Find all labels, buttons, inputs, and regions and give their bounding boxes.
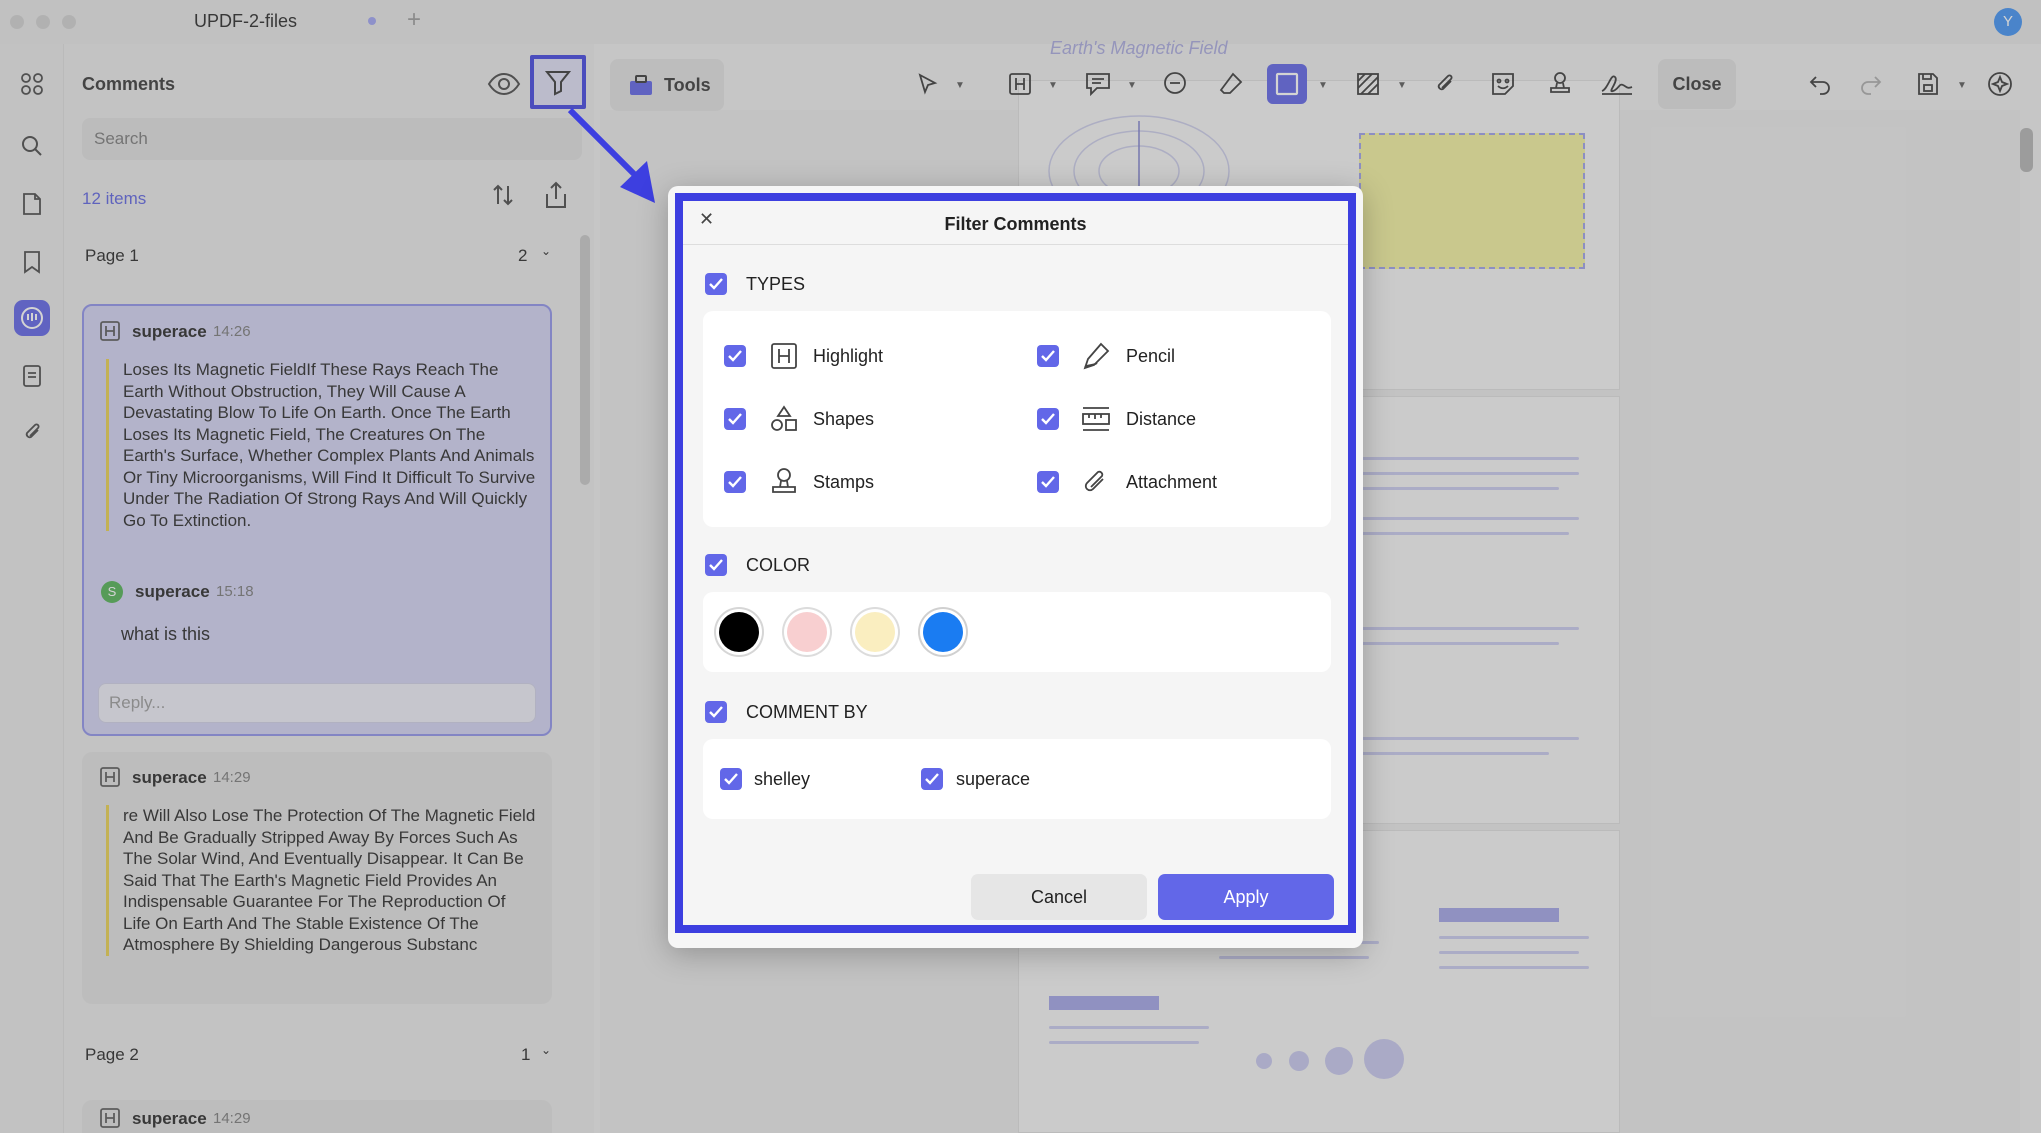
color-swatch-pink[interactable] bbox=[787, 612, 827, 652]
stamps-checkbox[interactable] bbox=[724, 471, 746, 493]
color-label: COLOR bbox=[746, 555, 811, 575]
close-icon[interactable]: ✕ bbox=[699, 209, 714, 230]
highlight-checkbox[interactable] bbox=[724, 345, 746, 367]
shapes-checkbox[interactable] bbox=[724, 408, 746, 430]
cancel-button[interactable]: Cancel bbox=[971, 874, 1147, 920]
user-superace-checkbox[interactable] bbox=[921, 768, 943, 790]
color-swatch-blue[interactable] bbox=[923, 612, 963, 652]
distance-checkbox[interactable] bbox=[1037, 408, 1059, 430]
color-box bbox=[703, 592, 1331, 672]
stamps-label: Stamps bbox=[813, 472, 875, 492]
distance-icon bbox=[1082, 407, 1110, 431]
apply-button[interactable]: Apply bbox=[1158, 874, 1334, 920]
attachment-checkbox[interactable] bbox=[1037, 471, 1059, 493]
shapes-label: Shapes bbox=[813, 409, 875, 429]
filter-comments-dialog: Filter Comments ✕ TYPES Highlight Pencil… bbox=[675, 193, 1356, 933]
comment-by-label: COMMENT BY bbox=[746, 702, 868, 722]
shapes-icon bbox=[771, 405, 797, 431]
pencil-label: Pencil bbox=[1126, 346, 1176, 366]
stamp-icon bbox=[772, 468, 796, 493]
types-label: TYPES bbox=[746, 274, 806, 294]
user-shelley-label: shelley bbox=[754, 769, 811, 789]
attachment-icon bbox=[1084, 470, 1104, 492]
distance-label: Distance bbox=[1126, 409, 1197, 429]
highlight-icon bbox=[771, 343, 797, 369]
user-shelley-checkbox[interactable] bbox=[720, 768, 742, 790]
comment-by-box: shelley superace bbox=[703, 739, 1331, 819]
user-superace-label: superace bbox=[956, 769, 1031, 789]
pointer-arrow-icon bbox=[567, 107, 655, 203]
types-box: Highlight Pencil Shapes Distance Stamps … bbox=[703, 311, 1331, 527]
color-swatch-black[interactable] bbox=[719, 612, 759, 652]
highlight-label: Highlight bbox=[813, 346, 884, 366]
dialog-title: Filter Comments bbox=[944, 214, 1087, 234]
types-checkbox[interactable] bbox=[705, 273, 727, 295]
comment-by-checkbox[interactable] bbox=[705, 701, 727, 723]
color-swatch-yellow[interactable] bbox=[855, 612, 895, 652]
attachment-label: Attachment bbox=[1126, 472, 1218, 492]
pencil-icon bbox=[1083, 342, 1110, 370]
divider bbox=[683, 244, 1348, 245]
color-checkbox[interactable] bbox=[705, 554, 727, 576]
pencil-checkbox[interactable] bbox=[1037, 345, 1059, 367]
